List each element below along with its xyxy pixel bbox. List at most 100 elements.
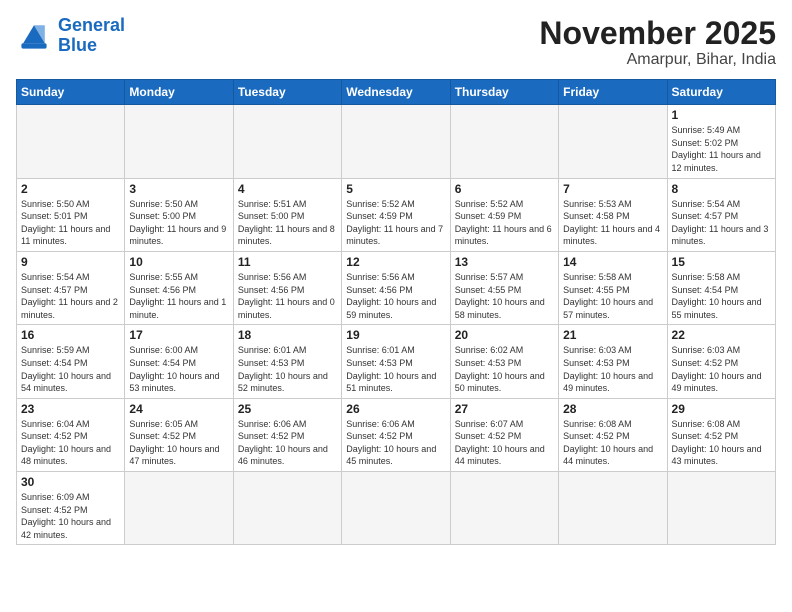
day-info: Sunrise: 5:58 AM Sunset: 4:55 PM Dayligh… bbox=[563, 271, 662, 321]
week-row-3: 9Sunrise: 5:54 AM Sunset: 4:57 PM Daylig… bbox=[17, 251, 776, 324]
day-number: 3 bbox=[129, 182, 228, 196]
day-number: 28 bbox=[563, 402, 662, 416]
day-info: Sunrise: 6:03 AM Sunset: 4:52 PM Dayligh… bbox=[672, 344, 771, 394]
day-cell: 23 Sunrise: 6:04 AM Sunset: 4:52 PM Dayli… bbox=[17, 398, 125, 471]
day-number: 6 bbox=[455, 182, 554, 196]
col-header-thursday: Thursday bbox=[450, 80, 558, 105]
day-cell bbox=[125, 472, 233, 545]
day-number: 1 bbox=[672, 108, 771, 122]
day-info: Sunrise: 5:53 AM Sunset: 4:58 PM Dayligh… bbox=[563, 198, 662, 248]
day-info: Sunrise: 5:56 AM Sunset: 4:56 PM Dayligh… bbox=[346, 271, 445, 321]
day-cell bbox=[17, 105, 125, 178]
day-cell: 14 Sunrise: 5:58 AM Sunset: 4:55 PM Dayli… bbox=[559, 251, 667, 324]
day-number: 17 bbox=[129, 328, 228, 342]
day-number: 14 bbox=[563, 255, 662, 269]
col-header-friday: Friday bbox=[559, 80, 667, 105]
day-cell: 20 Sunrise: 6:02 AM Sunset: 4:53 PM Dayli… bbox=[450, 325, 558, 398]
day-number: 2 bbox=[21, 182, 120, 196]
day-info: Sunrise: 6:06 AM Sunset: 4:52 PM Dayligh… bbox=[346, 418, 445, 468]
day-info: Sunrise: 6:05 AM Sunset: 4:52 PM Dayligh… bbox=[129, 418, 228, 468]
page: General Blue November 2025 Amarpur, Biha… bbox=[0, 0, 792, 612]
day-number: 12 bbox=[346, 255, 445, 269]
day-info: Sunrise: 6:08 AM Sunset: 4:52 PM Dayligh… bbox=[563, 418, 662, 468]
day-info: Sunrise: 5:59 AM Sunset: 4:54 PM Dayligh… bbox=[21, 344, 120, 394]
day-number: 22 bbox=[672, 328, 771, 342]
day-cell: 21Sunrise: 6:03 AM Sunset: 4:53 PM Dayli… bbox=[559, 325, 667, 398]
header-row: SundayMondayTuesdayWednesdayThursdayFrid… bbox=[17, 80, 776, 105]
day-info: Sunrise: 6:04 AM Sunset: 4:52 PM Dayligh… bbox=[21, 418, 120, 468]
day-cell: 30Sunrise: 6:09 AM Sunset: 4:52 PM Dayli… bbox=[17, 472, 125, 545]
day-info: Sunrise: 5:50 AM Sunset: 5:00 PM Dayligh… bbox=[129, 198, 228, 248]
day-cell: 27Sunrise: 6:07 AM Sunset: 4:52 PM Dayli… bbox=[450, 398, 558, 471]
day-number: 11 bbox=[238, 255, 337, 269]
week-row-6: 30Sunrise: 6:09 AM Sunset: 4:52 PM Dayli… bbox=[17, 472, 776, 545]
day-cell bbox=[450, 472, 558, 545]
day-cell: 8 Sunrise: 5:54 AM Sunset: 4:57 PM Daylig… bbox=[667, 178, 775, 251]
day-cell bbox=[342, 472, 450, 545]
day-cell: 15 Sunrise: 5:58 AM Sunset: 4:54 PM Dayli… bbox=[667, 251, 775, 324]
day-cell bbox=[450, 105, 558, 178]
day-number: 4 bbox=[238, 182, 337, 196]
week-row-4: 16 Sunrise: 5:59 AM Sunset: 4:54 PM Dayli… bbox=[17, 325, 776, 398]
day-info: Sunrise: 6:02 AM Sunset: 4:53 PM Dayligh… bbox=[455, 344, 554, 394]
day-number: 16 bbox=[21, 328, 120, 342]
day-cell bbox=[233, 105, 341, 178]
day-info: Sunrise: 5:58 AM Sunset: 4:54 PM Dayligh… bbox=[672, 271, 771, 321]
day-cell: 4 Sunrise: 5:51 AM Sunset: 5:00 PM Daylig… bbox=[233, 178, 341, 251]
day-cell: 13 Sunrise: 5:57 AM Sunset: 4:55 PM Dayli… bbox=[450, 251, 558, 324]
day-info: Sunrise: 6:00 AM Sunset: 4:54 PM Dayligh… bbox=[129, 344, 228, 394]
day-number: 25 bbox=[238, 402, 337, 416]
day-info: Sunrise: 5:51 AM Sunset: 5:00 PM Dayligh… bbox=[238, 198, 337, 248]
logo-icon bbox=[16, 18, 52, 54]
day-cell bbox=[233, 472, 341, 545]
day-cell: 3 Sunrise: 5:50 AM Sunset: 5:00 PM Daylig… bbox=[125, 178, 233, 251]
col-header-sunday: Sunday bbox=[17, 80, 125, 105]
day-cell: 22 Sunrise: 6:03 AM Sunset: 4:52 PM Dayli… bbox=[667, 325, 775, 398]
day-info: Sunrise: 6:09 AM Sunset: 4:52 PM Dayligh… bbox=[21, 491, 120, 541]
calendar-title: November 2025 bbox=[539, 16, 776, 51]
day-number: 20 bbox=[455, 328, 554, 342]
day-cell: 26Sunrise: 6:06 AM Sunset: 4:52 PM Dayli… bbox=[342, 398, 450, 471]
calendar-table: SundayMondayTuesdayWednesdayThursdayFrid… bbox=[16, 79, 776, 545]
calendar-subtitle: Amarpur, Bihar, India bbox=[539, 51, 776, 69]
logo: General Blue bbox=[16, 16, 125, 56]
day-number: 24 bbox=[129, 402, 228, 416]
day-number: 8 bbox=[672, 182, 771, 196]
col-header-saturday: Saturday bbox=[667, 80, 775, 105]
title-block: November 2025 Amarpur, Bihar, India bbox=[539, 16, 776, 69]
logo-text: General Blue bbox=[58, 16, 125, 56]
day-info: Sunrise: 5:54 AM Sunset: 4:57 PM Dayligh… bbox=[672, 198, 771, 248]
week-row-5: 23 Sunrise: 6:04 AM Sunset: 4:52 PM Dayli… bbox=[17, 398, 776, 471]
day-cell: 19Sunrise: 6:01 AM Sunset: 4:53 PM Dayli… bbox=[342, 325, 450, 398]
day-info: Sunrise: 6:08 AM Sunset: 4:52 PM Dayligh… bbox=[672, 418, 771, 468]
day-info: Sunrise: 5:56 AM Sunset: 4:56 PM Dayligh… bbox=[238, 271, 337, 321]
day-cell bbox=[559, 472, 667, 545]
logo-general: General bbox=[58, 15, 125, 35]
day-cell: 24 Sunrise: 6:05 AM Sunset: 4:52 PM Dayli… bbox=[125, 398, 233, 471]
col-header-wednesday: Wednesday bbox=[342, 80, 450, 105]
day-number: 15 bbox=[672, 255, 771, 269]
day-cell: 10Sunrise: 5:55 AM Sunset: 4:56 PM Dayli… bbox=[125, 251, 233, 324]
day-cell: 17 Sunrise: 6:00 AM Sunset: 4:54 PM Dayli… bbox=[125, 325, 233, 398]
day-number: 7 bbox=[563, 182, 662, 196]
week-row-1: 1Sunrise: 5:49 AM Sunset: 5:02 PM Daylig… bbox=[17, 105, 776, 178]
day-number: 23 bbox=[21, 402, 120, 416]
day-number: 13 bbox=[455, 255, 554, 269]
day-number: 19 bbox=[346, 328, 445, 342]
week-row-2: 2Sunrise: 5:50 AM Sunset: 5:01 PM Daylig… bbox=[17, 178, 776, 251]
header: General Blue November 2025 Amarpur, Biha… bbox=[16, 16, 776, 69]
day-cell: 28 Sunrise: 6:08 AM Sunset: 4:52 PM Dayli… bbox=[559, 398, 667, 471]
day-cell bbox=[342, 105, 450, 178]
day-cell: 1Sunrise: 5:49 AM Sunset: 5:02 PM Daylig… bbox=[667, 105, 775, 178]
day-info: Sunrise: 5:57 AM Sunset: 4:55 PM Dayligh… bbox=[455, 271, 554, 321]
day-cell: 25 Sunrise: 6:06 AM Sunset: 4:52 PM Dayli… bbox=[233, 398, 341, 471]
day-info: Sunrise: 6:06 AM Sunset: 4:52 PM Dayligh… bbox=[238, 418, 337, 468]
day-number: 18 bbox=[238, 328, 337, 342]
day-number: 29 bbox=[672, 402, 771, 416]
day-cell: 7 Sunrise: 5:53 AM Sunset: 4:58 PM Daylig… bbox=[559, 178, 667, 251]
day-cell: 9Sunrise: 5:54 AM Sunset: 4:57 PM Daylig… bbox=[17, 251, 125, 324]
day-cell bbox=[125, 105, 233, 178]
day-cell: 29 Sunrise: 6:08 AM Sunset: 4:52 PM Dayli… bbox=[667, 398, 775, 471]
day-cell: 18Sunrise: 6:01 AM Sunset: 4:53 PM Dayli… bbox=[233, 325, 341, 398]
day-info: Sunrise: 5:52 AM Sunset: 4:59 PM Dayligh… bbox=[455, 198, 554, 248]
